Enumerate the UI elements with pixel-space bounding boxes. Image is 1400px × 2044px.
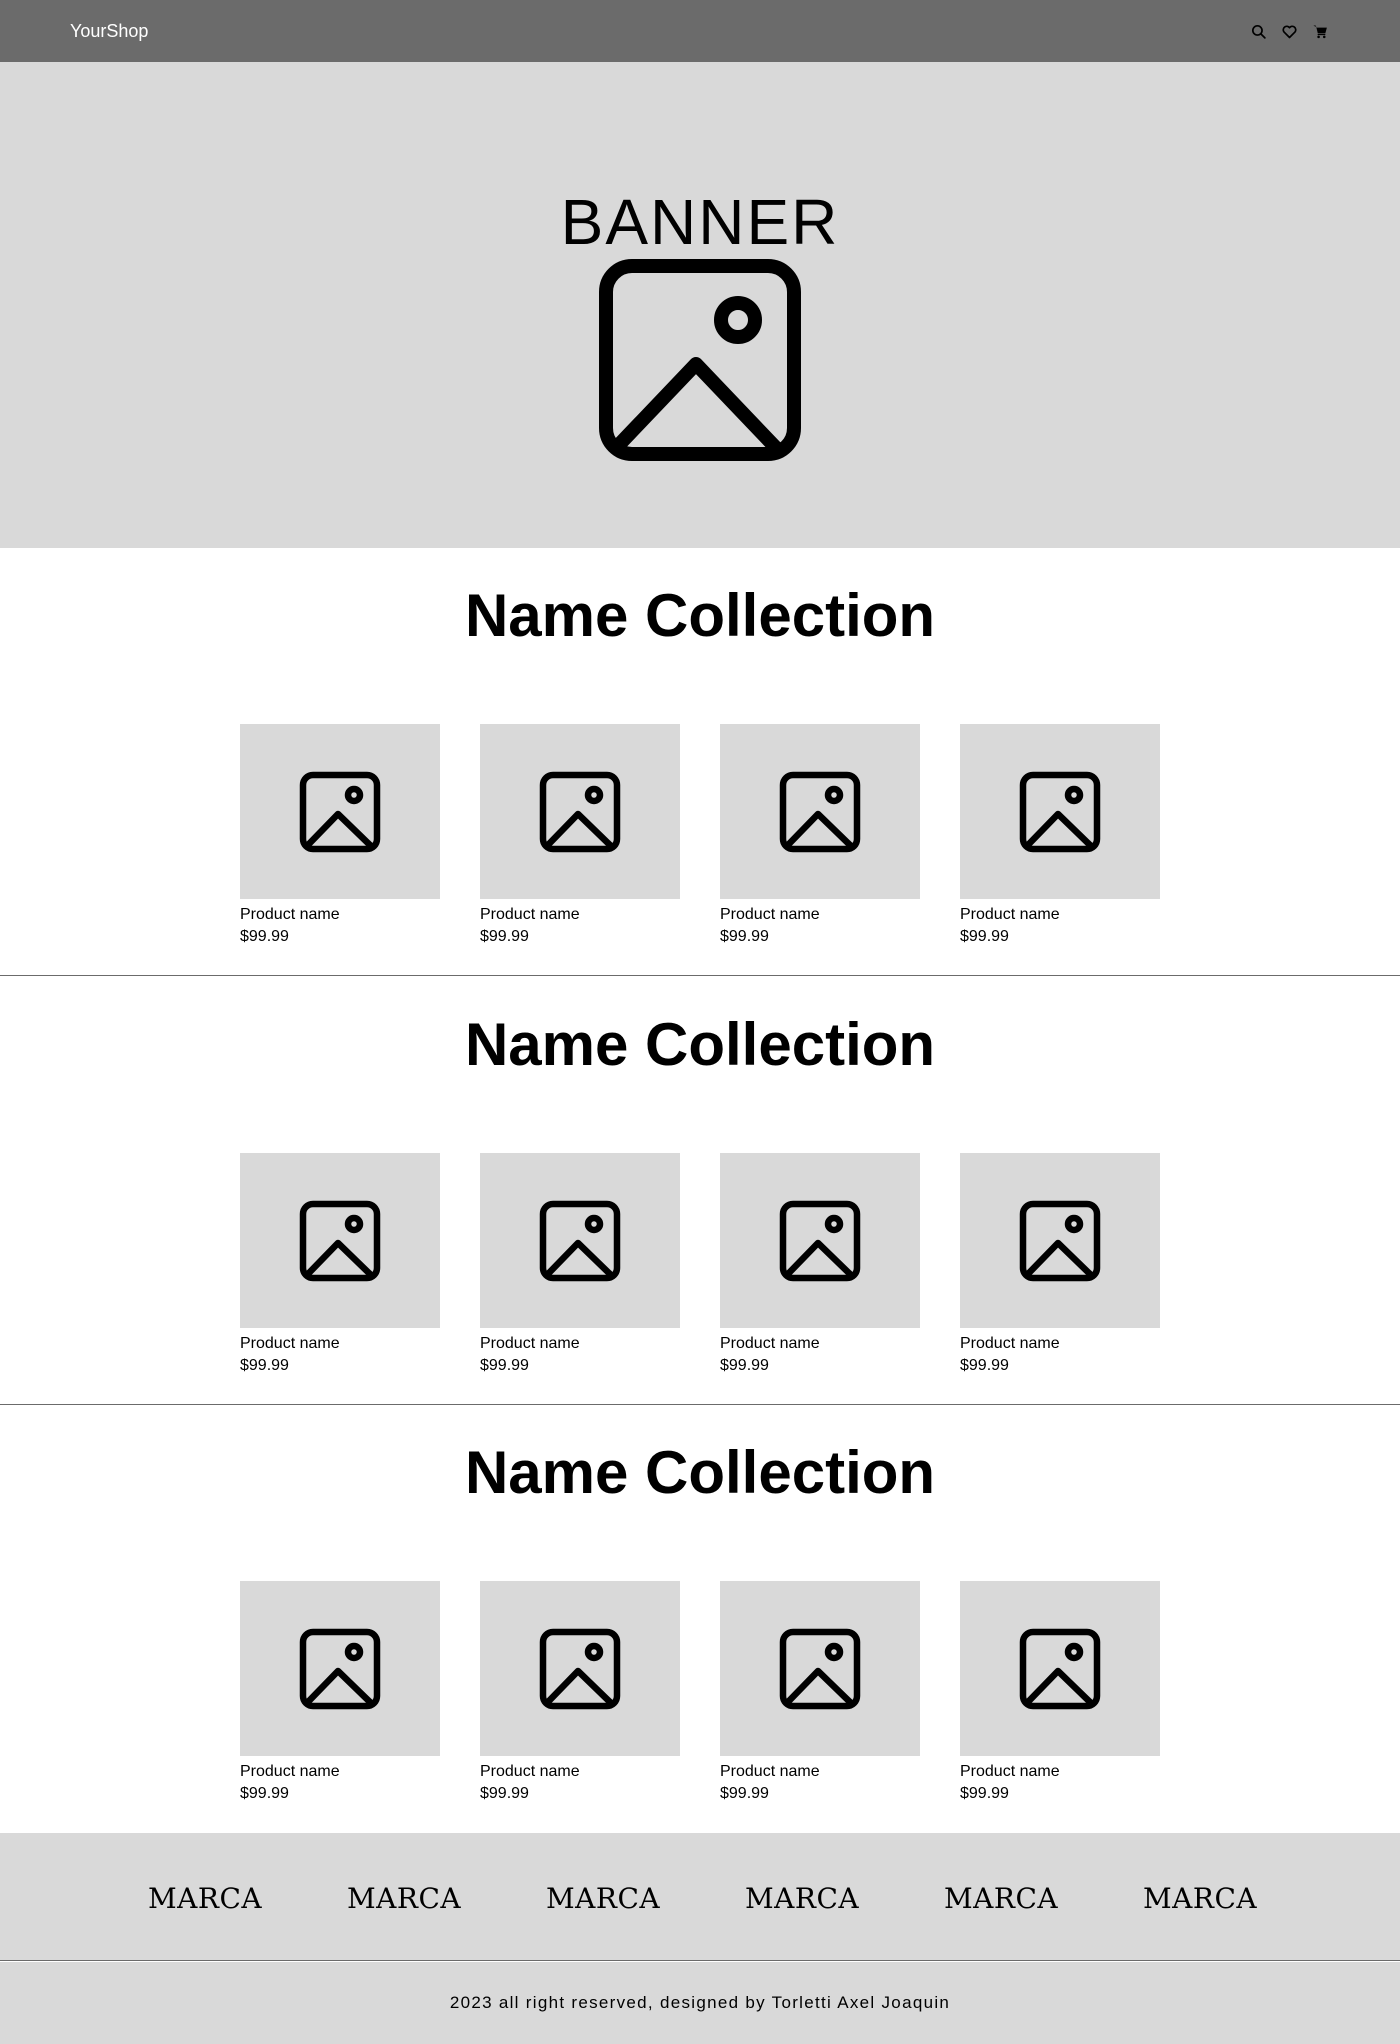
image-placeholder-icon xyxy=(539,1200,621,1281)
product-image[interactable] xyxy=(720,1581,920,1756)
product-name[interactable]: Product name xyxy=(240,904,440,926)
product-card[interactable]: Product name $99.99 xyxy=(240,1581,440,1805)
search-icon[interactable] xyxy=(1249,22,1268,41)
image-placeholder-icon xyxy=(779,1200,861,1281)
product-price: $99.99 xyxy=(720,1785,769,1802)
product-image[interactable] xyxy=(720,1153,920,1328)
image-placeholder-icon xyxy=(598,258,802,462)
footer: 2023 all right reserved, designed by Tor… xyxy=(0,1962,1400,2044)
collection-section: Name Collection Product name $99.99 Prod… xyxy=(0,977,1400,1405)
brand-logo[interactable]: MARCA xyxy=(745,1882,859,1915)
product-name[interactable]: Product name xyxy=(720,1761,920,1783)
product-card[interactable]: Product name $99.99 xyxy=(720,1581,920,1805)
product-image[interactable] xyxy=(240,724,440,899)
product-price: $99.99 xyxy=(960,928,1009,945)
cart-icon[interactable] xyxy=(1311,22,1330,41)
product-image[interactable] xyxy=(480,1153,680,1328)
product-card[interactable]: Product name $99.99 xyxy=(960,1581,1160,1805)
image-placeholder-icon xyxy=(1019,1200,1101,1281)
product-name[interactable]: Product name xyxy=(720,1333,920,1355)
product-price: $99.99 xyxy=(720,928,769,945)
image-placeholder-icon xyxy=(539,1628,621,1709)
collection-title: Name Collection xyxy=(464,1011,936,1078)
collection-title: Name Collection xyxy=(464,582,936,649)
collection-title: Name Collection xyxy=(464,1439,936,1506)
product-card[interactable]: Product name $99.99 xyxy=(240,1153,440,1377)
brand-logo-link[interactable]: YourShop xyxy=(70,21,148,42)
nav-icons xyxy=(1249,22,1330,41)
product-card[interactable]: Product name $99.99 xyxy=(480,724,680,948)
product-grid: Product name $99.99 Product name $99.99 … xyxy=(240,1153,1160,1377)
image-placeholder-icon xyxy=(299,771,381,852)
product-image[interactable] xyxy=(240,1581,440,1756)
product-name[interactable]: Product name xyxy=(480,1761,680,1783)
product-name[interactable]: Product name xyxy=(720,904,920,926)
brand-logo[interactable]: MARCA xyxy=(347,1882,461,1915)
footer-copyright: 2023 all right reserved, designed by Tor… xyxy=(449,1993,951,2012)
product-card[interactable]: Product name $99.99 xyxy=(240,724,440,948)
brand-logo[interactable]: MARCA xyxy=(944,1882,1058,1915)
image-placeholder-icon xyxy=(299,1628,381,1709)
product-price: $99.99 xyxy=(960,1785,1009,1802)
image-placeholder-icon xyxy=(1019,1628,1101,1709)
brand-strip: MARCA MARCA MARCA MARCA MARCA MARCA xyxy=(0,1833,1400,1961)
product-name[interactable]: Product name xyxy=(960,1761,1160,1783)
product-image[interactable] xyxy=(960,724,1160,899)
product-image[interactable] xyxy=(720,724,920,899)
image-placeholder-icon xyxy=(1019,771,1101,852)
image-placeholder-icon xyxy=(299,1200,381,1281)
hero-banner[interactable]: BANNER xyxy=(0,62,1400,548)
brand-logo[interactable]: MARCA xyxy=(148,1882,262,1915)
product-card[interactable]: Product name $99.99 xyxy=(480,1153,680,1377)
product-image[interactable] xyxy=(960,1153,1160,1328)
product-grid: Product name $99.99 Product name $99.99 … xyxy=(240,1581,1160,1805)
product-name[interactable]: Product name xyxy=(240,1761,440,1783)
brand-logo[interactable]: MARCA xyxy=(1143,1882,1257,1915)
image-placeholder-icon xyxy=(779,1628,861,1709)
collection-section: Name Collection Product name $99.99 Prod… xyxy=(0,548,1400,976)
product-name[interactable]: Product name xyxy=(240,1333,440,1355)
product-image[interactable] xyxy=(240,1153,440,1328)
image-placeholder-icon xyxy=(539,771,621,852)
product-image[interactable] xyxy=(960,1581,1160,1756)
navbar: YourShop xyxy=(0,0,1400,62)
product-card[interactable]: Product name $99.99 xyxy=(720,724,920,948)
product-price: $99.99 xyxy=(240,1785,289,1802)
product-card[interactable]: Product name $99.99 xyxy=(960,724,1160,948)
product-name[interactable]: Product name xyxy=(960,1333,1160,1355)
product-grid: Product name $99.99 Product name $99.99 … xyxy=(240,724,1160,948)
product-price: $99.99 xyxy=(480,1785,529,1802)
heart-icon[interactable] xyxy=(1280,22,1299,41)
product-name[interactable]: Product name xyxy=(480,904,680,926)
banner-title: BANNER xyxy=(560,186,840,258)
brand-logo[interactable]: MARCA xyxy=(546,1882,660,1915)
product-price: $99.99 xyxy=(480,928,529,945)
product-price: $99.99 xyxy=(720,1357,769,1374)
product-card[interactable]: Product name $99.99 xyxy=(960,1153,1160,1377)
product-price: $99.99 xyxy=(240,928,289,945)
product-price: $99.99 xyxy=(960,1357,1009,1374)
product-price: $99.99 xyxy=(480,1357,529,1374)
product-card[interactable]: Product name $99.99 xyxy=(480,1581,680,1805)
product-image[interactable] xyxy=(480,1581,680,1756)
product-image[interactable] xyxy=(480,724,680,899)
collection-section: Name Collection Product name $99.99 Prod… xyxy=(0,1405,1400,1833)
product-price: $99.99 xyxy=(240,1357,289,1374)
image-placeholder-icon xyxy=(779,771,861,852)
product-name[interactable]: Product name xyxy=(960,904,1160,926)
product-card[interactable]: Product name $99.99 xyxy=(720,1153,920,1377)
product-name[interactable]: Product name xyxy=(480,1333,680,1355)
